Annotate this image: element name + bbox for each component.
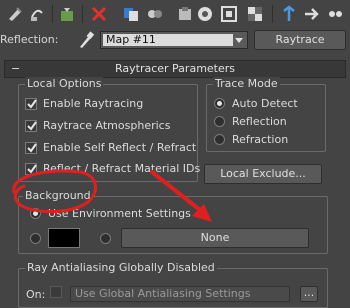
checkbox-box[interactable]: [25, 120, 37, 132]
background-title: Background: [23, 189, 93, 202]
chevron-down-icon[interactable]: [234, 35, 244, 45]
radio-button[interactable]: [214, 98, 225, 109]
radio-button[interactable]: [30, 208, 41, 219]
map-name-value[interactable]: Map #11: [103, 34, 233, 46]
checkbox-label: Raytrace Atmospherics: [43, 119, 171, 132]
radio-button[interactable]: [100, 233, 111, 244]
checkbox-box[interactable]: [25, 98, 37, 110]
put-material-icon[interactable]: [28, 5, 46, 23]
radio-button[interactable]: [214, 116, 225, 127]
make-unique-icon[interactable]: [146, 5, 164, 23]
antialias-on-label: On:: [26, 288, 46, 301]
checkmark-icon: [27, 143, 37, 153]
reflection-row: Reflection: Map #11 Raytrace: [0, 30, 350, 50]
navigator-icon[interactable]: [326, 5, 344, 23]
local-options-title: Local Options: [25, 77, 104, 90]
material-id-channel-icon[interactable]: [196, 5, 214, 23]
material-editor-toolbar: [0, 0, 350, 28]
radio-button[interactable]: [30, 233, 41, 244]
pick-material-icon[interactable]: [6, 5, 24, 23]
radio-label: Auto Detect: [232, 97, 298, 110]
show-end-result-icon[interactable]: [246, 5, 264, 23]
map-type-button[interactable]: Raytrace: [254, 30, 346, 50]
radio-button[interactable]: [214, 134, 225, 145]
reflection-label: Reflection:: [0, 33, 59, 46]
local-exclude-button[interactable]: Local Exclude...: [204, 164, 322, 184]
ray-antialiasing-title: Ray Antialiasing Globally Disabled: [25, 261, 217, 274]
background-color-swatch[interactable]: [48, 228, 80, 248]
radio-label: Use Environment Settings: [48, 207, 191, 220]
rollout-toggle[interactable]: −: [11, 61, 20, 77]
checkbox-label: Reflect / Refract Material IDs: [43, 162, 201, 175]
show-map-icon[interactable]: [220, 5, 238, 23]
background-map-button[interactable]: None: [121, 228, 309, 248]
reset-map-icon[interactable]: [90, 5, 108, 23]
checkmark-icon: [27, 121, 37, 131]
radio-label: Reflection: [232, 115, 287, 128]
go-forward-sibling-icon[interactable]: [302, 5, 320, 23]
map-name-field[interactable]: Map #11: [100, 31, 248, 49]
raytracer-parameters-rollout[interactable]: − Raytracer Parameters: [4, 60, 346, 78]
rollout-title: Raytracer Parameters: [114, 62, 236, 75]
checkmark-icon: [27, 164, 37, 174]
checkbox-label: Enable Self Reflect / Refract: [43, 141, 197, 154]
copy-material-icon[interactable]: [122, 5, 140, 23]
checkbox-box[interactable]: [25, 163, 37, 175]
trace-mode-title: Trace Mode: [213, 77, 280, 90]
checkbox-box[interactable]: [25, 142, 37, 154]
assign-material-icon[interactable]: [58, 5, 76, 23]
put-to-library-icon[interactable]: [176, 5, 194, 23]
radio-label: Refraction: [232, 133, 289, 146]
checkbox-label: Enable Raytracing: [43, 97, 144, 110]
go-to-parent-icon[interactable]: [280, 5, 298, 23]
antialias-on-checkbox[interactable]: [50, 286, 62, 298]
eyedropper-icon[interactable]: [78, 31, 94, 49]
checkmark-icon: [27, 99, 37, 109]
